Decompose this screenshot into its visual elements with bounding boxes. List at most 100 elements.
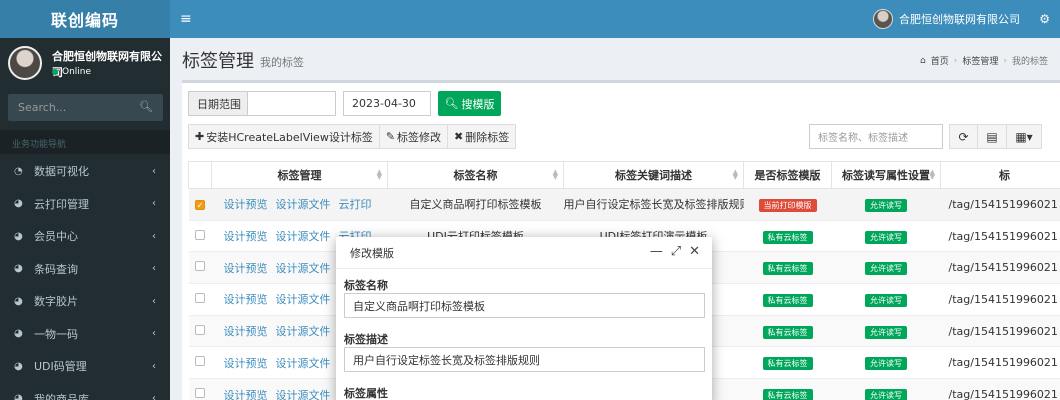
row-checkbox-cell[interactable]: ✓	[188, 188, 212, 221]
row-checkbox-cell[interactable]	[188, 283, 212, 316]
row-checkbox-cell[interactable]	[188, 314, 212, 347]
search-icon: 🔍︎	[444, 97, 459, 110]
row-checkbox[interactable]	[195, 292, 205, 303]
name-field[interactable]: 自定义商品啊打印标签模板	[344, 293, 705, 318]
chevron-left-icon: ‹	[152, 393, 156, 400]
table-row[interactable]: ✓ 设计预览 设计源文件 云打印 自定义商品啊打印标签模板 用户自行设定标签长宽及标签排版…	[188, 188, 1060, 221]
sidebar: 合肥恒创物联网有限公司 Online Search... 🔍︎ 业务功能导航 ◔…	[0, 38, 170, 400]
date-end-input[interactable]: 2023-04-30	[343, 91, 431, 116]
sidebar-menu: ◔ 数据可视化 ‹ ◕ 云打印管理 ‹ ◕ 会员中心 ‹ ◕ 条码查询 ‹ ◕ 数字胶片 ‹ ◕ 一物…	[0, 155, 170, 400]
table-search-input[interactable]: 标签名称、标签描述	[809, 124, 943, 149]
cogs-icon[interactable]: ⚙	[1039, 12, 1050, 26]
sidebar-item-one-code[interactable]: ◕ 一物一码 ‹	[0, 318, 170, 351]
app-logo[interactable]: 联创编码	[0, 0, 170, 38]
row-checkbox-cell[interactable]	[188, 219, 212, 252]
row-checkbox-cell[interactable]	[188, 251, 212, 284]
columns-button[interactable]: ▦▾	[1007, 124, 1042, 149]
user-menu[interactable]: 合肥恒创物联网有限公司	[873, 9, 1020, 29]
col-header[interactable]: 标签管理 ▲ ▼	[211, 161, 388, 189]
col-header[interactable]: 是否标签模版	[743, 161, 832, 189]
row-rw-cell: 允许读写	[831, 314, 941, 347]
edit-label-button[interactable]: ✎ 标签修改	[379, 124, 449, 149]
search-icon[interactable]: 🔍︎	[139, 100, 153, 113]
date-start-input[interactable]	[248, 91, 336, 116]
col-header[interactable]: 标签名称 ▲ ▼	[387, 161, 564, 189]
row-checkbox[interactable]	[195, 356, 205, 367]
template-badge: 私有云标签	[762, 293, 813, 307]
breadcrumb-separator: ›	[953, 55, 958, 66]
pie-chart-icon: ◕	[14, 263, 23, 275]
row-checkbox-cell[interactable]	[188, 346, 212, 379]
pie-chart-icon: ◕	[14, 230, 23, 242]
col-header[interactable]: 标签读写属性设置 ▲ ▼	[831, 161, 941, 189]
close-icon[interactable]: ✕	[689, 244, 700, 259]
row-action-link[interactable]: 设计源文件	[276, 325, 331, 338]
maximize-icon[interactable]: ⤢	[671, 244, 681, 259]
online-dot-icon	[52, 69, 58, 75]
row-action-link[interactable]: 设计源文件	[276, 357, 331, 370]
sidebar-section-label: 业务功能导航	[0, 130, 170, 154]
row-action-link[interactable]: 设计源文件	[276, 262, 331, 275]
row-action-link[interactable]: 云打印	[339, 198, 372, 211]
row-action-link[interactable]: 设计源文件	[276, 230, 331, 243]
col-header[interactable]: 标	[940, 161, 1060, 189]
sidebar-item-udi[interactable]: ◕ UDI码管理 ‹	[0, 350, 170, 383]
col-checkbox[interactable]	[188, 161, 212, 189]
row-action-link[interactable]: 设计源文件	[276, 389, 331, 400]
avatar	[873, 9, 893, 29]
sidebar-item-dashboard[interactable]: ◔ 数据可视化 ‹	[0, 155, 170, 188]
sidebar-item-member[interactable]: ◕ 会员中心 ‹	[0, 220, 170, 253]
toggle-view-button[interactable]: ▤	[978, 124, 1007, 149]
row-action-link[interactable]: 设计预览	[224, 293, 268, 306]
row-checkbox[interactable]	[195, 324, 205, 335]
breadcrumb-home[interactable]: 首页	[931, 54, 949, 67]
sidebar-item-film[interactable]: ◕ 数字胶片 ‹	[0, 285, 170, 318]
chevron-left-icon: ‹	[152, 198, 156, 210]
sidebar-search-input[interactable]: Search... 🔍︎	[8, 94, 163, 121]
row-action-link[interactable]: 设计预览	[224, 230, 268, 243]
chevron-left-icon: ‹	[152, 328, 156, 340]
plus-icon: ✚	[195, 130, 205, 143]
row-action-link[interactable]: 设计预览	[224, 325, 268, 338]
col-header-label: 标签名称	[453, 169, 498, 182]
search-template-button[interactable]: 🔍︎ 搜模版	[438, 91, 501, 116]
refresh-button[interactable]: ⟳	[949, 124, 978, 149]
row-action-link[interactable]: 设计源文件	[276, 198, 331, 211]
edit-template-modal: 修改模版 — ⤢ ✕ 标签名称 自定义商品啊打印标签模板 标签描述 用户自行设定…	[336, 237, 712, 400]
row-actions: 设计预览设计源文件云打印	[211, 188, 388, 221]
col-header[interactable]: 标签关键词描述 ▲ ▼	[563, 161, 744, 189]
table-tools: ⟳ ▤ ▦▾	[949, 124, 1042, 149]
col-header-label: 是否标签模版	[754, 169, 821, 182]
row-checkbox[interactable]	[195, 388, 205, 399]
sort-icon: ▲ ▼	[376, 168, 382, 181]
minimize-icon[interactable]: —	[650, 244, 663, 259]
row-action-link[interactable]: 设计预览	[224, 262, 268, 275]
row-checkbox[interactable]	[195, 229, 205, 240]
row-action-link[interactable]: 设计预览	[224, 357, 268, 370]
chevron-left-icon: ‹	[152, 360, 156, 372]
row-checkbox[interactable]	[195, 261, 205, 272]
breadcrumb-label-manage[interactable]: 标签管理	[962, 54, 998, 67]
rw-badge: 允许读写	[865, 389, 907, 400]
sidebar-item-barcode[interactable]: ◕ 条码查询 ‹	[0, 253, 170, 286]
desc-field[interactable]: 用户自行设定标签长宽及标签排版规则	[344, 347, 705, 372]
desc-field-label: 标签描述	[344, 333, 388, 346]
sidebar-item-cloud-print[interactable]: ◕ 云打印管理 ‹	[0, 188, 170, 221]
row-url: /tag/154151996021	[940, 378, 1060, 400]
row-action-link[interactable]: 设计预览	[224, 389, 268, 400]
sidebar-item-products[interactable]: ◕ 我的商品库 ‹	[0, 383, 170, 400]
template-badge: 私有云标签	[762, 357, 813, 371]
row-template-cell: 私有云标签	[743, 283, 832, 316]
row-action-link[interactable]: 设计源文件	[276, 293, 331, 306]
row-action-link[interactable]: 设计预览	[224, 198, 268, 211]
user-panel: 合肥恒创物联网有限公司 Online	[0, 38, 170, 90]
chevron-left-icon: ‹	[152, 165, 156, 177]
col-header-label: 标签读写属性设置	[842, 169, 930, 182]
row-checkbox[interactable]: ✓	[195, 199, 205, 210]
install-designer-button[interactable]: ✚ 安装HCreateLabelView设计标签	[188, 124, 380, 149]
row-checkbox-cell[interactable]	[188, 378, 212, 400]
menu-toggle-icon[interactable]: ≡	[180, 11, 192, 27]
delete-label-button[interactable]: ✖ 删除标签	[448, 124, 517, 149]
row-url: /tag/154151996021	[940, 283, 1060, 316]
attr-field-label: 标签属性	[344, 387, 388, 400]
